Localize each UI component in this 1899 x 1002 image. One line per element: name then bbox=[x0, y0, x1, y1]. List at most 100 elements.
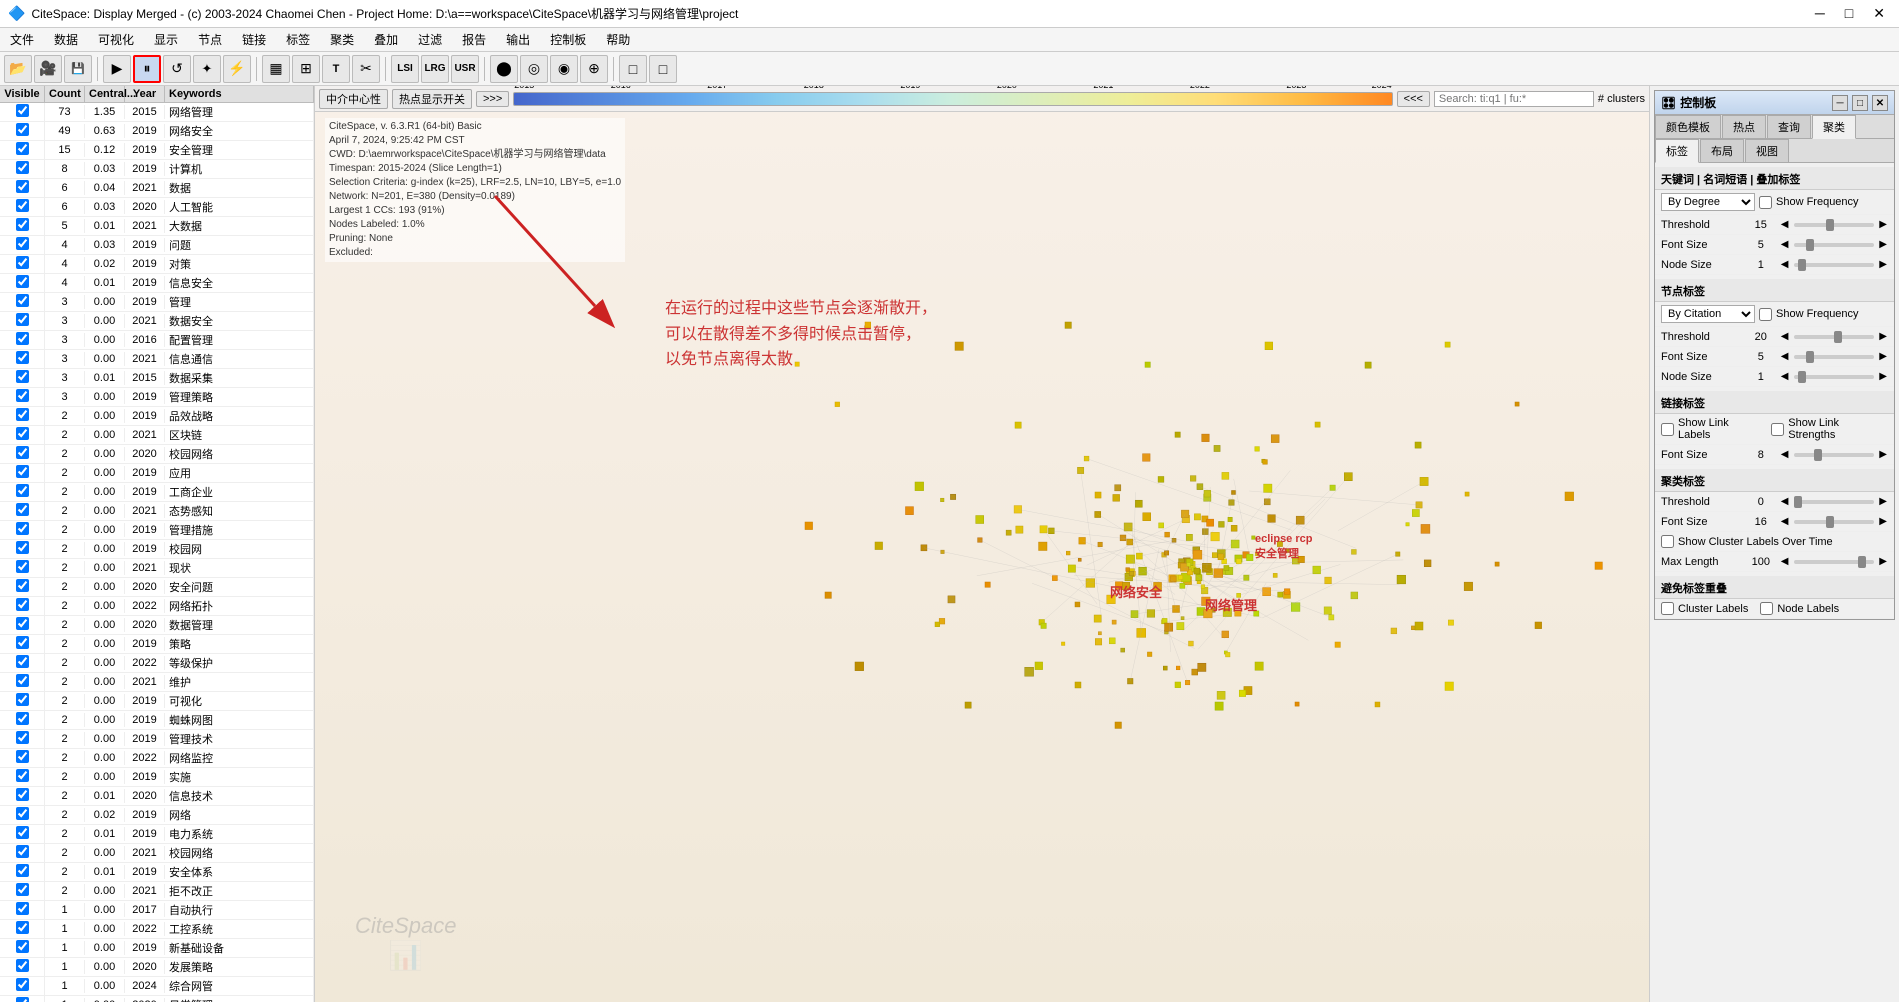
node-btn-2[interactable]: ◎ bbox=[520, 55, 548, 83]
minimize-button[interactable]: ─ bbox=[1809, 5, 1831, 22]
table-row[interactable]: 3 0.00 2021 数据安全 bbox=[0, 312, 314, 331]
keyword-threshold-track[interactable] bbox=[1794, 223, 1875, 227]
node-threshold-thumb[interactable] bbox=[1834, 331, 1842, 343]
open-button[interactable]: 📂 bbox=[4, 55, 32, 83]
table-row[interactable]: 1 0.00 2024 综合网管 bbox=[0, 977, 314, 996]
row-visible-checkbox[interactable] bbox=[16, 161, 29, 174]
node-threshold-track[interactable] bbox=[1794, 335, 1875, 339]
table-row[interactable]: 2 0.00 2020 校园网络 bbox=[0, 445, 314, 464]
layout-button[interactable]: ⚡ bbox=[223, 55, 251, 83]
row-visible-checkbox[interactable] bbox=[16, 332, 29, 345]
table-row[interactable]: 2 0.00 2022 网络监控 bbox=[0, 749, 314, 768]
color-button[interactable]: ▦ bbox=[262, 55, 290, 83]
keyword-show-freq-checkbox[interactable] bbox=[1759, 196, 1772, 209]
keyword-nodesize-thumb[interactable] bbox=[1798, 259, 1806, 271]
table-row[interactable]: 2 0.00 2021 拒不改正 bbox=[0, 882, 314, 901]
cp-minimize-button[interactable]: ─ bbox=[1832, 95, 1848, 111]
table-row[interactable]: 6 0.03 2020 人工智能 bbox=[0, 198, 314, 217]
table-row[interactable]: 6 0.04 2021 数据 bbox=[0, 179, 314, 198]
table-row[interactable]: 2 0.00 2019 应用 bbox=[0, 464, 314, 483]
cluster-threshold-track[interactable] bbox=[1794, 500, 1875, 504]
row-visible-checkbox[interactable] bbox=[16, 788, 29, 801]
play-button[interactable]: ▶ bbox=[103, 55, 131, 83]
row-visible-checkbox[interactable] bbox=[16, 693, 29, 706]
keyword-sort-select[interactable]: By Degree By Citation By Frequency bbox=[1661, 193, 1755, 211]
row-visible-checkbox[interactable] bbox=[16, 427, 29, 440]
menu-item-节点[interactable]: 节点 bbox=[194, 30, 226, 49]
menu-item-输出[interactable]: 输出 bbox=[502, 30, 534, 49]
lrg-button[interactable]: LRG bbox=[421, 55, 449, 83]
cluster-fontsize-thumb[interactable] bbox=[1826, 516, 1834, 528]
row-visible-checkbox[interactable] bbox=[16, 959, 29, 972]
tab-layout[interactable]: 布局 bbox=[1700, 139, 1744, 162]
tab-view[interactable]: 视图 bbox=[1745, 139, 1789, 162]
menu-item-叠加[interactable]: 叠加 bbox=[370, 30, 402, 49]
tab-color-template[interactable]: 颜色模板 bbox=[1655, 115, 1721, 138]
row-visible-checkbox[interactable] bbox=[16, 674, 29, 687]
row-visible-checkbox[interactable] bbox=[16, 522, 29, 535]
row-visible-checkbox[interactable] bbox=[16, 940, 29, 953]
table-row[interactable]: 2 0.02 2019 网络 bbox=[0, 806, 314, 825]
row-visible-checkbox[interactable] bbox=[16, 465, 29, 478]
table-row[interactable]: 73 1.35 2015 网络管理 bbox=[0, 103, 314, 122]
link-fontsize-inc[interactable]: ▶ bbox=[1878, 448, 1888, 461]
node-fontsize-inc[interactable]: ▶ bbox=[1878, 350, 1888, 363]
tab-label[interactable]: 标签 bbox=[1655, 139, 1699, 163]
row-visible-checkbox[interactable] bbox=[16, 484, 29, 497]
keyword-fontsize-thumb[interactable] bbox=[1806, 239, 1814, 251]
keyword-nodesize-track[interactable] bbox=[1794, 263, 1875, 267]
row-visible-checkbox[interactable] bbox=[16, 902, 29, 915]
menu-item-过滤[interactable]: 过滤 bbox=[414, 30, 446, 49]
row-visible-checkbox[interactable] bbox=[16, 579, 29, 592]
table-row[interactable]: 2 0.00 2019 实施 bbox=[0, 768, 314, 787]
table-row[interactable]: 2 0.00 2019 工商企业 bbox=[0, 483, 314, 502]
menu-item-报告[interactable]: 报告 bbox=[458, 30, 490, 49]
hotspot-button[interactable]: 热点显示开关 bbox=[392, 89, 472, 109]
cluster-threshold-dec[interactable]: ◀ bbox=[1780, 495, 1790, 508]
row-visible-checkbox[interactable] bbox=[16, 218, 29, 231]
save-button[interactable]: 💾 bbox=[64, 55, 92, 83]
row-visible-checkbox[interactable] bbox=[16, 712, 29, 725]
row-visible-checkbox[interactable] bbox=[16, 845, 29, 858]
row-visible-checkbox[interactable] bbox=[16, 541, 29, 554]
table-row[interactable]: 2 0.00 2019 策略 bbox=[0, 635, 314, 654]
cluster-maxlength-dec[interactable]: ◀ bbox=[1780, 555, 1790, 568]
usr-button[interactable]: USR bbox=[451, 55, 479, 83]
row-visible-checkbox[interactable] bbox=[16, 199, 29, 212]
table-row[interactable]: 3 0.00 2019 管理 bbox=[0, 293, 314, 312]
node-threshold-inc[interactable]: ▶ bbox=[1878, 330, 1888, 343]
maximize-button[interactable]: □ bbox=[1839, 5, 1859, 22]
node-show-freq-checkbox[interactable] bbox=[1759, 308, 1772, 321]
table-row[interactable]: 2 0.00 2021 态势感知 bbox=[0, 502, 314, 521]
show-link-labels-checkbox[interactable] bbox=[1661, 423, 1674, 436]
cp-close-button[interactable]: ✕ bbox=[1872, 95, 1888, 111]
table-row[interactable]: 2 0.00 2019 蜘蛛网图 bbox=[0, 711, 314, 730]
cluster-fontsize-inc[interactable]: ▶ bbox=[1878, 515, 1888, 528]
close-button[interactable]: ✕ bbox=[1867, 5, 1891, 22]
table-row[interactable]: 3 0.00 2019 管理策略 bbox=[0, 388, 314, 407]
cluster-threshold-inc[interactable]: ▶ bbox=[1878, 495, 1888, 508]
extra-btn-2[interactable]: □ bbox=[649, 55, 677, 83]
node-nodesize-track[interactable] bbox=[1794, 375, 1875, 379]
node-btn-4[interactable]: ⊕ bbox=[580, 55, 608, 83]
keyword-fontsize-inc[interactable]: ▶ bbox=[1878, 238, 1888, 251]
node-fontsize-thumb[interactable] bbox=[1806, 351, 1814, 363]
table-row[interactable]: 2 0.00 2019 管理措施 bbox=[0, 521, 314, 540]
row-visible-checkbox[interactable] bbox=[16, 826, 29, 839]
table-row[interactable]: 3 0.00 2016 配置管理 bbox=[0, 331, 314, 350]
node-nodesize-thumb[interactable] bbox=[1798, 371, 1806, 383]
row-visible-checkbox[interactable] bbox=[16, 446, 29, 459]
node-nodesize-dec[interactable]: ◀ bbox=[1780, 370, 1790, 383]
table-row[interactable]: 4 0.02 2019 对策 bbox=[0, 255, 314, 274]
prev-button[interactable]: <<< bbox=[1397, 91, 1430, 107]
table-row[interactable]: 2 0.01 2019 安全体系 bbox=[0, 863, 314, 882]
row-visible-checkbox[interactable] bbox=[16, 142, 29, 155]
table-row[interactable]: 2 0.00 2020 数据管理 bbox=[0, 616, 314, 635]
row-visible-checkbox[interactable] bbox=[16, 256, 29, 269]
table-row[interactable]: 1 0.00 2017 自动执行 bbox=[0, 901, 314, 920]
table-row[interactable]: 2 0.00 2022 网络拓扑 bbox=[0, 597, 314, 616]
menu-item-链接[interactable]: 链接 bbox=[238, 30, 270, 49]
arrow-button[interactable]: >>> bbox=[476, 91, 509, 107]
table-row[interactable]: 5 0.01 2021 大数据 bbox=[0, 217, 314, 236]
keyword-nodesize-dec[interactable]: ◀ bbox=[1780, 258, 1790, 271]
